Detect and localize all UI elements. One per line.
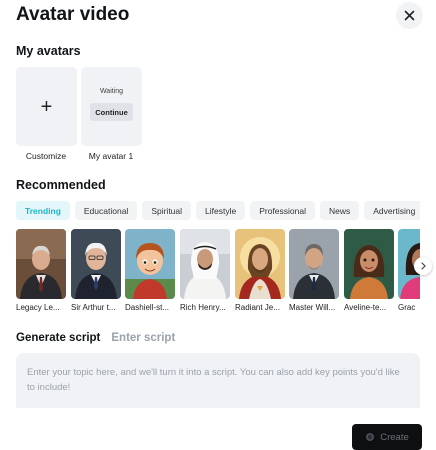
tab-trending[interactable]: Trending — [16, 201, 70, 220]
customize-avatar-card[interactable]: + — [16, 67, 77, 146]
avatar-name: Aveline-te... — [344, 303, 387, 312]
recommended-heading: Recommended — [16, 178, 106, 192]
tab-news[interactable]: News — [320, 201, 360, 220]
avatar-thumbnail — [289, 229, 339, 299]
close-button[interactable] — [396, 2, 423, 29]
tab-lifestyle[interactable]: Lifestyle — [196, 201, 246, 220]
avatar-tile[interactable]: Sir Arthur t... — [71, 229, 121, 312]
tab-enter-script[interactable]: Enter script — [111, 331, 175, 345]
avatar-tile[interactable]: Dashiell-st... — [125, 229, 175, 312]
chevron-right-icon — [420, 262, 426, 270]
tab-spiritual[interactable]: Spiritual — [142, 201, 192, 220]
avatar-name: Radiant Je... — [235, 303, 280, 312]
avatar-name: Dashiell-st... — [125, 303, 170, 312]
carousel-next-button[interactable] — [414, 257, 432, 275]
spinner-icon — [366, 433, 375, 441]
avatar-thumbnail — [180, 229, 230, 299]
avatar-thumbnail — [235, 229, 285, 299]
avatar-thumbnail — [71, 229, 121, 299]
avatar-name: Grac — [398, 303, 416, 312]
dialog-header: Avatar video — [16, 2, 424, 29]
avatar-carousel: Legacy Le... Sir Arthur t... Dashiell-st… — [16, 229, 420, 315]
my-avatar-caption: My avatar 1 — [88, 151, 134, 161]
avatar-status: Waiting — [99, 88, 124, 95]
avatar-tile[interactable]: Rich Henry... — [180, 229, 230, 312]
create-button[interactable]: Create — [352, 424, 422, 450]
plus-icon: + — [40, 95, 53, 118]
close-icon — [404, 10, 415, 21]
my-avatars-heading: My avatars — [16, 44, 81, 58]
avatar-thumbnail — [125, 229, 175, 299]
tab-professional[interactable]: Professional — [250, 201, 315, 220]
category-tabs: Trending Educational Spiritual Lifestyle… — [16, 201, 420, 220]
tab-advertising[interactable]: Advertising — [364, 201, 420, 220]
avatar-tile[interactable]: Aveline-te... — [344, 229, 394, 312]
avatar-name: Master Will... — [289, 303, 336, 312]
page-title: Avatar video — [16, 4, 130, 25]
avatar-tile[interactable]: Legacy Le... — [16, 229, 66, 312]
avatar-name: Rich Henry... — [180, 303, 226, 312]
create-label: Create — [380, 431, 409, 443]
avatar-thumbnail — [344, 229, 394, 299]
avatar-tile[interactable]: Radiant Je... — [235, 229, 285, 312]
avatar-name: Sir Arthur t... — [71, 303, 116, 312]
avatar-name: Legacy Le... — [16, 303, 60, 312]
avatar-thumbnail — [16, 229, 66, 299]
continue-button[interactable]: Continue — [90, 103, 133, 121]
script-topic-input[interactable] — [16, 353, 420, 408]
tab-educational[interactable]: Educational — [74, 201, 138, 220]
script-tabs: Generate script Enter script — [16, 331, 175, 345]
tab-generate-script[interactable]: Generate script — [16, 331, 100, 345]
my-avatar-card[interactable]: Waiting Continue — [81, 67, 142, 146]
avatar-tile[interactable]: Master Will... — [289, 229, 339, 312]
